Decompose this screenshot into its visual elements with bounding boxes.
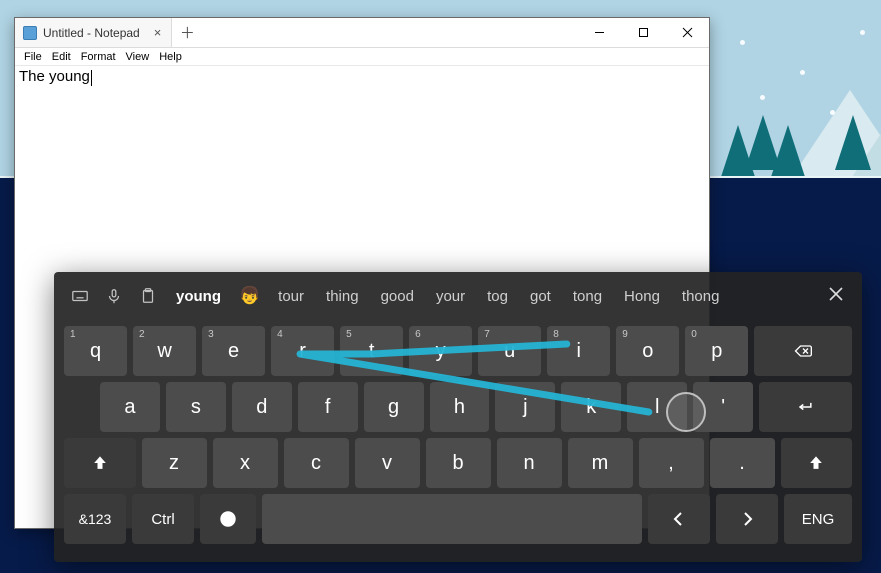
keyboard-layout-icon[interactable] — [70, 286, 90, 306]
tab-close-button[interactable]: × — [154, 25, 162, 40]
suggestion-item[interactable]: good — [377, 286, 418, 307]
keyboard-close-button[interactable] — [828, 286, 848, 306]
key-s[interactable]: s — [166, 382, 226, 432]
title-bar[interactable]: Untitled - Notepad × ＋ — [15, 18, 709, 48]
key-u[interactable]: 7u — [478, 326, 541, 376]
key-o[interactable]: 9o — [616, 326, 679, 376]
touch-keyboard: young 👦 tour thing good your tog got ton… — [54, 272, 862, 562]
key-q[interactable]: 1q — [64, 326, 127, 376]
key-b[interactable]: b — [426, 438, 491, 488]
key-arrow-left[interactable] — [648, 494, 710, 544]
suggestion-item[interactable]: tog — [483, 286, 512, 307]
key-d[interactable]: d — [232, 382, 292, 432]
key-w[interactable]: 2w — [133, 326, 196, 376]
key-e[interactable]: 3e — [202, 326, 265, 376]
suggestion-item[interactable]: your — [432, 286, 469, 307]
key-symbols[interactable]: &123 — [64, 494, 126, 544]
key-z[interactable]: z — [142, 438, 207, 488]
key-y[interactable]: 6y — [409, 326, 472, 376]
key-h[interactable]: h — [430, 382, 490, 432]
key-g[interactable]: g — [364, 382, 424, 432]
editor-textarea[interactable]: The young — [15, 66, 709, 88]
key-v[interactable]: v — [355, 438, 420, 488]
key-shift-right[interactable] — [781, 438, 853, 488]
suggestion-item[interactable]: thing — [322, 286, 363, 307]
suggestion-item[interactable]: tong — [569, 286, 606, 307]
touch-indicator — [666, 392, 706, 432]
suggestion-bar: young 👦 tour thing good your tog got ton… — [64, 272, 852, 320]
key-c[interactable]: c — [284, 438, 349, 488]
notepad-icon — [23, 26, 37, 40]
new-tab-button[interactable]: ＋ — [172, 18, 202, 47]
key-a[interactable]: a — [100, 382, 160, 432]
key-emoji[interactable] — [200, 494, 256, 544]
suggestion-item[interactable]: got — [526, 286, 555, 307]
suggestion-item[interactable]: Hong — [620, 286, 664, 307]
key-x[interactable]: x — [213, 438, 278, 488]
menu-edit[interactable]: Edit — [47, 50, 76, 64]
key-language[interactable]: ENG — [784, 494, 852, 544]
menu-help[interactable]: Help — [154, 50, 187, 64]
suggestion-item[interactable]: tour — [274, 286, 308, 307]
menu-format[interactable]: Format — [76, 50, 121, 64]
tab-untitled[interactable]: Untitled - Notepad × — [15, 18, 172, 47]
tab-title: Untitled - Notepad — [43, 26, 140, 40]
key-backspace[interactable] — [754, 326, 852, 376]
close-window-button[interactable] — [665, 18, 709, 47]
key-t[interactable]: 5t — [340, 326, 403, 376]
keyboard-bottom-row: &123 Ctrl ENG — [64, 494, 852, 544]
clipboard-icon[interactable] — [138, 286, 158, 306]
key-comma[interactable]: , — [639, 438, 704, 488]
key-arrow-right[interactable] — [716, 494, 778, 544]
text-caret — [91, 70, 92, 86]
suggestion-primary[interactable]: young — [172, 286, 225, 307]
key-j[interactable]: j — [495, 382, 555, 432]
editor-text: The young — [19, 68, 90, 85]
key-f[interactable]: f — [298, 382, 358, 432]
key-enter[interactable] — [759, 382, 852, 432]
key-i[interactable]: 8i — [547, 326, 610, 376]
key-p[interactable]: 0p — [685, 326, 748, 376]
key-ctrl[interactable]: Ctrl — [132, 494, 194, 544]
suggestion-item[interactable]: thong — [678, 286, 724, 307]
key-r[interactable]: 4r — [271, 326, 334, 376]
maximize-button[interactable] — [621, 18, 665, 47]
microphone-icon[interactable] — [104, 286, 124, 306]
key-space[interactable] — [262, 494, 642, 544]
key-shift-left[interactable] — [64, 438, 136, 488]
suggestion-emoji[interactable]: 👦 — [239, 286, 260, 306]
menu-file[interactable]: File — [19, 50, 47, 64]
key-m[interactable]: m — [568, 438, 633, 488]
minimize-button[interactable] — [577, 18, 621, 47]
key-k[interactable]: k — [561, 382, 621, 432]
key-n[interactable]: n — [497, 438, 562, 488]
menu-bar: File Edit Format View Help — [15, 48, 709, 66]
key-period[interactable]: . — [710, 438, 775, 488]
menu-view[interactable]: View — [121, 50, 155, 64]
